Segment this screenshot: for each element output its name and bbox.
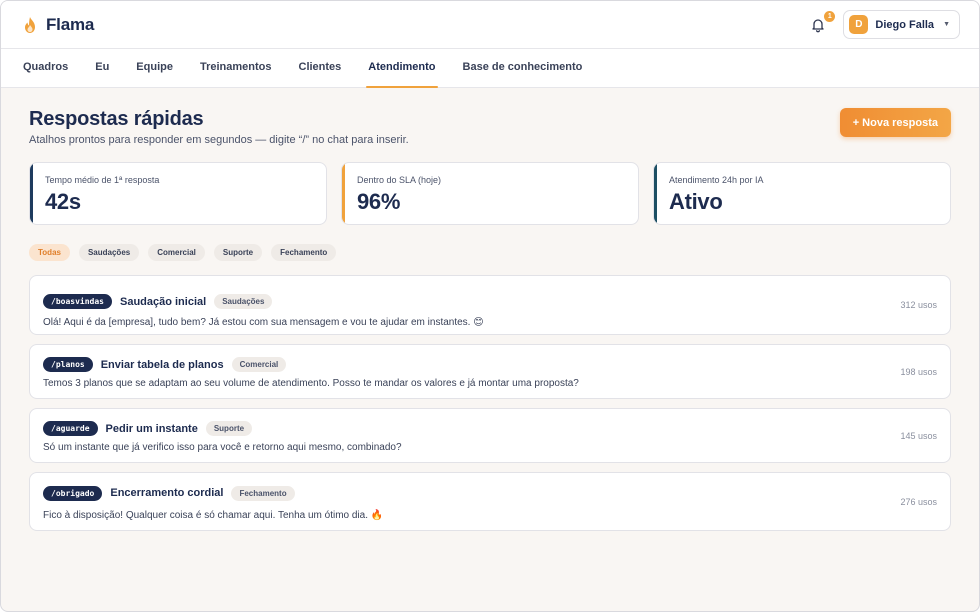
notification-badge: 1 bbox=[824, 10, 836, 22]
main-nav-tabs: Quadros Eu Equipe Treinamentos Clientes … bbox=[1, 49, 979, 88]
filter-chip-suporte[interactable]: Suporte bbox=[213, 244, 263, 261]
brand-name: Flama bbox=[46, 14, 95, 34]
usage-count: 145 usos bbox=[900, 430, 937, 441]
tab-quadros[interactable]: Quadros bbox=[23, 49, 68, 87]
list-item[interactable]: /boasvindas Saudação inicial Saudações O… bbox=[29, 275, 951, 335]
app-window: Flama 1 D Diego Falla ▼ Quadros Eu Equip… bbox=[0, 0, 980, 612]
item-header: /aguarde Pedir um instante Suporte bbox=[43, 421, 402, 436]
filter-chip-fechamento[interactable]: Fechamento bbox=[271, 244, 337, 261]
filter-chip-saudacoes[interactable]: Saudações bbox=[78, 244, 140, 261]
avatar: D bbox=[849, 15, 869, 34]
stat-card-first-response: Tempo médio de 1ª resposta 42s bbox=[29, 162, 327, 225]
user-menu[interactable]: D Diego Falla ▼ bbox=[843, 10, 960, 39]
tab-atendimento[interactable]: Atendimento bbox=[366, 49, 438, 88]
item-header: /planos Enviar tabela de planos Comercia… bbox=[43, 357, 579, 372]
item-title: Saudação inicial bbox=[119, 295, 207, 308]
stat-value: Ativo bbox=[669, 189, 723, 214]
stat-value: 42s bbox=[45, 189, 81, 214]
page-subtitle: Atalhos prontos para responder em segund… bbox=[29, 134, 409, 146]
command-badge: /boasvindas bbox=[43, 294, 112, 309]
command-badge: /aguarde bbox=[43, 421, 98, 436]
category-tag: Saudações bbox=[214, 294, 273, 309]
page-header: Respostas rápidas Atalhos prontos para r… bbox=[29, 108, 951, 146]
page-heading: Respostas rápidas Atalhos prontos para r… bbox=[29, 108, 409, 146]
category-tag: Fechamento bbox=[231, 485, 295, 501]
page-title: Respostas rápidas bbox=[29, 108, 204, 130]
stat-label: Tempo médio de 1ª resposta bbox=[45, 175, 160, 185]
item-text: Temos 3 planos que se adaptam ao seu vol… bbox=[43, 378, 579, 389]
item-content: /boasvindas Saudação inicial Saudações O… bbox=[43, 282, 484, 328]
stat-label: Dentro do SLA (hoje) bbox=[357, 175, 442, 185]
usage-count: 198 usos bbox=[900, 366, 937, 377]
item-content: /obrigado Encerramento cordial Fechament… bbox=[43, 483, 383, 521]
category-tag: Comercial bbox=[231, 357, 287, 372]
filter-chips: Todas Saudações Comercial Suporte Fecham… bbox=[29, 244, 951, 261]
tab-treinamentos[interactable]: Treinamentos bbox=[200, 49, 272, 87]
top-right-actions: 1 D Diego Falla ▼ bbox=[809, 10, 960, 39]
item-text: Olá! Aqui é da [empresa], tudo bem? Já e… bbox=[43, 317, 484, 328]
item-title: Encerramento cordial bbox=[110, 487, 224, 499]
brand[interactable]: Flama bbox=[23, 15, 94, 35]
tab-equipe[interactable]: Equipe bbox=[136, 49, 173, 87]
notifications-button[interactable]: 1 bbox=[809, 10, 836, 35]
user-name: Diego Falla bbox=[875, 18, 935, 31]
item-title: Enviar tabela de planos bbox=[100, 358, 224, 371]
stat-value: 96% bbox=[357, 189, 401, 214]
usage-count: 276 usos bbox=[900, 496, 937, 507]
list-item[interactable]: /planos Enviar tabela de planos Comercia… bbox=[29, 344, 951, 399]
stats-row: Tempo médio de 1ª resposta 42s Dentro do… bbox=[29, 162, 951, 225]
chevron-down-icon: ▼ bbox=[943, 21, 950, 28]
command-badge: /planos bbox=[43, 357, 93, 372]
item-content: /planos Enviar tabela de planos Comercia… bbox=[43, 354, 579, 389]
item-text: Só um instante que já verifico isso para… bbox=[43, 442, 402, 453]
category-tag: Suporte bbox=[205, 421, 253, 436]
list-item[interactable]: /obrigado Encerramento cordial Fechament… bbox=[29, 472, 951, 531]
usage-count: 312 usos bbox=[900, 300, 937, 310]
top-bar: Flama 1 D Diego Falla ▼ bbox=[1, 1, 979, 49]
tab-base-de-conhecimento[interactable]: Base de conhecimento bbox=[463, 49, 583, 87]
stat-label: Atendimento 24h por IA bbox=[669, 175, 764, 185]
command-badge: /obrigado bbox=[43, 485, 103, 501]
filter-chip-todas[interactable]: Todas bbox=[29, 244, 70, 261]
tab-clientes[interactable]: Clientes bbox=[299, 49, 342, 87]
item-header: /boasvindas Saudação inicial Saudações bbox=[43, 294, 484, 309]
filter-chip-comercial[interactable]: Comercial bbox=[148, 244, 205, 261]
main-content: Respostas rápidas Atalhos prontos para r… bbox=[1, 88, 979, 531]
stat-card-sla: Dentro do SLA (hoje) 96% bbox=[341, 162, 639, 225]
stat-card-ai-service: Atendimento 24h por IA Ativo bbox=[653, 162, 951, 225]
item-text: Fico à disposição! Qualquer coisa é só c… bbox=[43, 509, 384, 521]
tab-eu[interactable]: Eu bbox=[95, 49, 109, 87]
item-title: Pedir um instante bbox=[105, 422, 198, 435]
flame-logo-icon bbox=[25, 16, 35, 33]
replies-list: /boasvindas Saudação inicial Saudações O… bbox=[29, 275, 951, 531]
item-content: /aguarde Pedir um instante Suporte Só um… bbox=[43, 418, 402, 453]
list-item[interactable]: /aguarde Pedir um instante Suporte Só um… bbox=[29, 408, 951, 463]
item-header: /obrigado Encerramento cordial Fechament… bbox=[43, 485, 383, 501]
new-reply-button[interactable]: + Nova resposta bbox=[839, 108, 951, 137]
